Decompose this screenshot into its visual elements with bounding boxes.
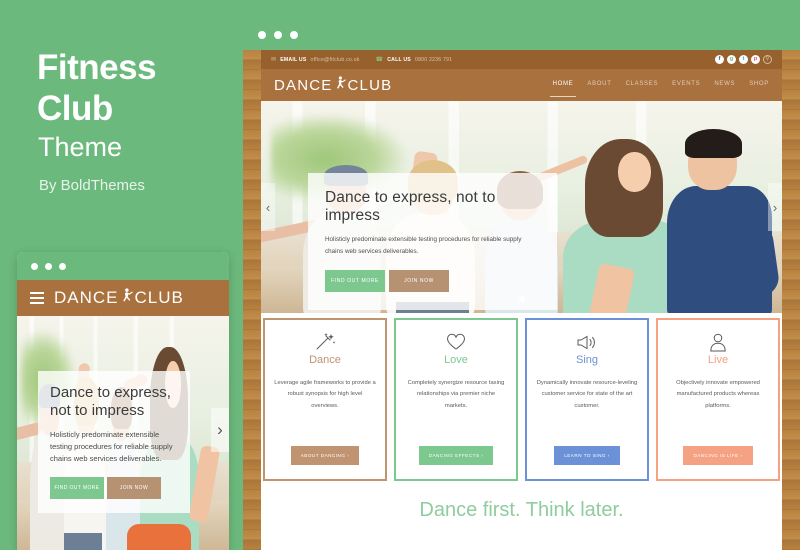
find-out-more-button[interactable]: FIND OUT MORE <box>325 270 385 293</box>
nav-item-about[interactable]: ABOUT <box>587 81 611 90</box>
main-menu: HOME ABOUT CLASSES EVENTS NEWS SHOP <box>549 81 769 97</box>
promo-author: By BoldThemes <box>39 177 145 194</box>
magic-wand-icon <box>314 331 336 353</box>
promo-subtitle: Theme <box>38 132 123 162</box>
feature-card-live[interactable]: Live Objectively innovate empowered manu… <box>656 318 780 481</box>
about-dancing-button[interactable]: ABOUT DANCING › <box>290 446 360 465</box>
nav-item-home[interactable]: HOME <box>549 81 577 97</box>
slider-prev-button[interactable]: ‹ <box>261 183 275 231</box>
pinterest-icon[interactable]: p <box>751 55 760 64</box>
twitter-icon[interactable]: t <box>739 55 748 64</box>
feature-title: Love <box>444 354 468 366</box>
slider-dot-1[interactable] <box>518 296 525 302</box>
hero-heading: Dance to express, not to impress <box>325 189 496 224</box>
user-icon <box>709 331 727 353</box>
feature-title: Live <box>707 354 729 366</box>
topbar-phone-value: 0800 2236 791 <box>414 56 453 63</box>
learn-to-sing-button[interactable]: LEARN TO SING › <box>554 446 620 465</box>
window-minimize-dot[interactable] <box>274 31 282 39</box>
mobile-join-now-button[interactable]: JOIN NOW <box>107 476 161 499</box>
feature-card-love[interactable]: Love Completely synergize resource taxin… <box>394 318 518 481</box>
join-now-button[interactable]: JOIN NOW <box>389 270 449 293</box>
dancer-icon <box>335 75 346 95</box>
mobile-navbar: DANCE CLUB <box>17 280 229 316</box>
window-minimize-dot[interactable] <box>45 262 52 270</box>
feature-body: Objectively innovate empowered manufactu… <box>676 380 760 409</box>
hero-body: Holisticly predominate extensible testin… <box>325 236 522 255</box>
mobile-hero-slider: Dance to express, not to impress Holisti… <box>17 316 229 550</box>
feature-body: Completely synergize resource taxing rel… <box>407 380 505 409</box>
envelope-icon: ✉ <box>271 57 277 63</box>
topbar-phone-label: CALL US <box>387 56 411 63</box>
dancer-icon <box>121 287 133 309</box>
facebook-icon[interactable]: f <box>715 55 724 64</box>
feature-body: Leverage agile frameworks to provide a r… <box>274 380 376 409</box>
site-topbar: ✉ EMAIL US office@fitclub.co.uk ☎ CALL U… <box>261 50 782 69</box>
dancing-is-life-button[interactable]: DANCING IS LIFE › <box>683 446 753 465</box>
feature-card-dance[interactable]: Dance Leverage agile frameworks to provi… <box>263 318 387 481</box>
promo-title: Fitness Club <box>37 48 157 130</box>
mobile-hero-buttons: FIND OUT MORE JOIN NOW <box>50 476 178 499</box>
site-logo[interactable]: DANCE CLUB <box>274 75 393 95</box>
slider-pagination <box>261 296 782 302</box>
feature-title: Sing <box>575 354 599 366</box>
mobile-hero-heading: Dance to express, not to impress <box>50 384 178 421</box>
google-plus-icon[interactable]: g <box>727 55 736 64</box>
logo-text-left: DANCE <box>274 76 333 94</box>
nav-item-events[interactable]: EVENTS <box>672 81 700 90</box>
wood-texture-left <box>243 50 261 550</box>
window-close-dot[interactable] <box>258 31 266 39</box>
hamburger-menu-icon[interactable] <box>30 292 44 304</box>
mobile-browser-mockup: DANCE CLUB Dance to express, not to impr… <box>17 252 229 550</box>
slider-next-button[interactable]: › <box>768 183 782 231</box>
nav-item-news[interactable]: NEWS <box>714 81 735 90</box>
topbar-email[interactable]: ✉ EMAIL US office@fitclub.co.uk <box>271 56 360 64</box>
mobile-hero-heading-line2: not to impress <box>50 402 145 420</box>
window-maximize-dot[interactable] <box>59 262 66 270</box>
nav-item-classes[interactable]: CLASSES <box>626 81 659 90</box>
mobile-slider-next-button[interactable]: › <box>211 408 229 452</box>
window-maximize-dot[interactable] <box>290 31 298 39</box>
feature-card-sing[interactable]: Sing Dynamically innovate resource-level… <box>525 318 649 481</box>
promo-title-line2: Club <box>37 88 113 128</box>
desktop-browser-mockup: ✉ EMAIL US office@fitclub.co.uk ☎ CALL U… <box>243 20 800 550</box>
section-tagline: Dance first. Think later. <box>419 499 624 521</box>
search-icon[interactable]: ⚲ <box>763 55 772 64</box>
dancing-effects-button[interactable]: DANCING EFFECTS › <box>418 446 494 465</box>
nav-item-shop[interactable]: SHOP <box>749 81 769 90</box>
topbar-phone[interactable]: ☎ CALL US 0800 2236 791 <box>375 56 453 64</box>
mobile-hero-heading-line1: Dance to express, <box>50 384 171 401</box>
heart-icon <box>446 331 466 353</box>
mobile-hero-body: Holisticly predominate extensible testin… <box>50 429 173 464</box>
promo-title-line1: Fitness <box>37 48 157 87</box>
mobile-titlebar <box>17 252 229 280</box>
social-links: f g t p ⚲ <box>715 55 772 64</box>
hero-slider: Dance to express, not to impress Holisti… <box>261 101 782 313</box>
logo-text-left: DANCE <box>54 288 119 307</box>
feature-body: Dynamically innovate resource-leveling c… <box>536 380 638 409</box>
megaphone-icon <box>576 331 598 353</box>
site-navbar: DANCE CLUB HOME ABOUT CLASSES EVENTS NEW… <box>261 69 782 101</box>
topbar-email-label: EMAIL US <box>280 56 307 63</box>
wood-texture-right <box>782 50 800 550</box>
hero-buttons: FIND OUT MORE JOIN NOW <box>325 270 540 293</box>
website-viewport: ✉ EMAIL US office@fitclub.co.uk ☎ CALL U… <box>243 50 800 550</box>
feature-title: Dance <box>309 354 341 366</box>
mobile-hero-text-card: Dance to express, not to impress Holisti… <box>38 371 190 513</box>
window-close-dot[interactable] <box>31 262 38 270</box>
hero-text-card: Dance to express, not to impress Holisti… <box>308 173 557 311</box>
browser-titlebar <box>243 20 800 50</box>
logo-text-right: CLUB <box>347 76 393 94</box>
topbar-email-value: office@fitclub.co.uk <box>310 56 360 63</box>
logo-text-right: CLUB <box>134 288 184 307</box>
phone-icon: ☎ <box>375 57 384 63</box>
mobile-site-logo[interactable]: DANCE CLUB <box>54 287 184 309</box>
mobile-find-out-more-button[interactable]: FIND OUT MORE <box>50 476 104 499</box>
feature-cards: Dance Leverage agile frameworks to provi… <box>263 318 780 481</box>
